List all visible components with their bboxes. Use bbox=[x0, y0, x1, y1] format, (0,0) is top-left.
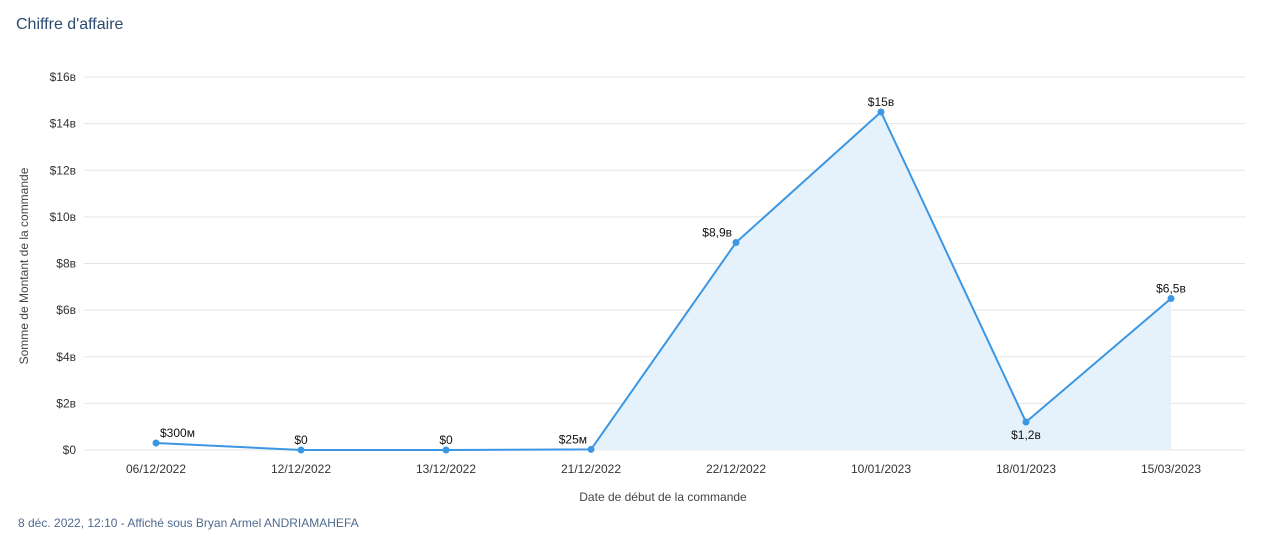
x-tick-label: 15/03/2023 bbox=[1141, 462, 1201, 476]
data-label: $8,9в bbox=[702, 226, 732, 240]
y-tick-label: $6в bbox=[56, 303, 76, 317]
y-axis-ticks: $0 $2в $4в $6в $8в $10в $12в $14в $16в bbox=[50, 70, 77, 457]
y-tick-label: $0 bbox=[63, 443, 77, 457]
data-point[interactable] bbox=[732, 239, 740, 247]
data-label: $0 bbox=[439, 433, 453, 447]
data-label: $300м bbox=[160, 426, 195, 440]
x-tick-label: 22/12/2022 bbox=[706, 462, 766, 476]
data-label: $1,2в bbox=[1011, 428, 1041, 442]
y-axis-title: Somme de Montant de la commande bbox=[17, 167, 31, 364]
x-tick-label: 06/12/2022 bbox=[126, 462, 186, 476]
area-shape bbox=[591, 111, 1171, 450]
x-tick-label: 10/01/2023 bbox=[851, 462, 911, 476]
data-label: $25м bbox=[559, 432, 587, 446]
y-tick-label: $10в bbox=[50, 210, 76, 224]
y-tick-label: $2в bbox=[56, 396, 76, 410]
data-point[interactable] bbox=[442, 446, 450, 454]
footer-timestamp: 8 déc. 2022, 12:10 - Affiché sous Bryan … bbox=[18, 516, 359, 530]
data-label: $15в bbox=[868, 95, 894, 109]
area-fill bbox=[591, 111, 1171, 450]
y-tick-label: $4в bbox=[56, 350, 76, 364]
x-tick-label: 18/01/2023 bbox=[996, 462, 1056, 476]
data-point[interactable] bbox=[152, 439, 160, 447]
x-tick-label: 12/12/2022 bbox=[271, 462, 331, 476]
y-tick-label: $16в bbox=[50, 70, 76, 84]
line-chart: $0$2в$4в$6в$8в$10в$12в$14в$16в $300м $0 $0… bbox=[17, 70, 1245, 504]
y-tick-label: $14в bbox=[50, 117, 76, 131]
data-point[interactable] bbox=[587, 445, 595, 453]
data-point[interactable] bbox=[877, 108, 885, 116]
x-axis-title: Date de début de la commande bbox=[579, 490, 747, 504]
data-point[interactable] bbox=[1022, 418, 1030, 426]
x-axis-ticks: 06/12/2022 12/12/2022 13/12/2022 21/12/2022… bbox=[126, 462, 1201, 476]
y-tick-label: $12в bbox=[50, 163, 76, 177]
y-tick-label: $8в bbox=[56, 257, 76, 271]
data-label: $0 bbox=[294, 433, 308, 447]
data-point[interactable] bbox=[1167, 294, 1175, 302]
x-tick-label: 13/12/2022 bbox=[416, 462, 476, 476]
x-tick-label: 21/12/2022 bbox=[561, 462, 621, 476]
data-label: $6,5в bbox=[1156, 281, 1186, 295]
data-point[interactable] bbox=[297, 446, 305, 454]
